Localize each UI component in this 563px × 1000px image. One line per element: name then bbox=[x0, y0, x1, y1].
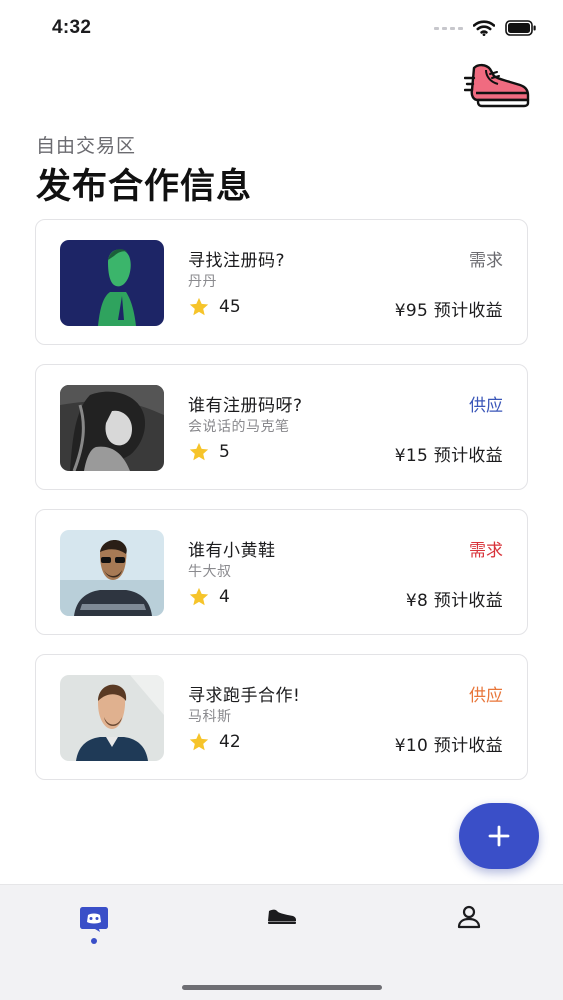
card-title: 谁有注册码呀? bbox=[188, 396, 303, 416]
status-badge: 供应 bbox=[469, 686, 503, 706]
page-subtitle: 自由交易区 bbox=[36, 135, 137, 157]
sneaker-icon bbox=[268, 909, 296, 924]
sneaker-logo-icon bbox=[463, 60, 530, 108]
tab-profile[interactable] bbox=[439, 905, 499, 949]
avatar bbox=[60, 675, 164, 761]
card-rating: 45 bbox=[188, 296, 241, 318]
estimated-earnings: ¥10 预计收益 bbox=[394, 736, 503, 756]
status-icons bbox=[434, 20, 537, 36]
status-badge: 需求 bbox=[469, 541, 503, 561]
star-icon bbox=[189, 442, 209, 461]
plus-icon bbox=[488, 825, 510, 847]
status-time: 4:32 bbox=[52, 17, 92, 38]
card-author: 会说话的马克笔 bbox=[188, 419, 290, 435]
avatar bbox=[60, 385, 164, 471]
posting-card[interactable]: 寻找注册码? 丹丹 45 需求 ¥95 预计收益 bbox=[35, 219, 528, 345]
page-title: 发布合作信息 bbox=[36, 167, 253, 207]
add-post-button[interactable] bbox=[459, 803, 539, 869]
estimated-earnings: ¥8 预计收益 bbox=[405, 591, 503, 611]
estimated-earnings: ¥95 预计收益 bbox=[394, 301, 503, 321]
status-bar: 4:32 bbox=[0, 0, 563, 56]
posting-list: 寻找注册码? 丹丹 45 需求 ¥95 预计收益 谁有注册码呀? 会说话的马克笔… bbox=[35, 219, 528, 799]
card-author: 丹丹 bbox=[188, 274, 217, 290]
card-rating: 4 bbox=[188, 586, 230, 608]
card-title: 谁有小黄鞋 bbox=[188, 541, 276, 561]
card-rating: 42 bbox=[188, 731, 241, 753]
posting-card[interactable]: 寻求跑手合作! 马科斯 42 供应 ¥10 预计收益 bbox=[35, 654, 528, 780]
rating-value: 4 bbox=[219, 587, 230, 607]
chat-icon bbox=[80, 907, 108, 932]
rating-value: 5 bbox=[219, 442, 230, 462]
star-icon bbox=[189, 297, 209, 316]
tab-sneakers[interactable] bbox=[252, 905, 312, 949]
star-icon bbox=[189, 732, 209, 751]
card-rating: 5 bbox=[188, 441, 230, 463]
card-author: 马科斯 bbox=[188, 709, 232, 725]
rating-value: 42 bbox=[219, 732, 241, 752]
profile-icon bbox=[457, 905, 481, 929]
avatar bbox=[60, 530, 164, 616]
posting-card[interactable]: 谁有小黄鞋 牛大叔 4 需求 ¥8 预计收益 bbox=[35, 509, 528, 635]
active-tab-indicator bbox=[91, 938, 97, 944]
avatar bbox=[60, 240, 164, 326]
status-badge: 需求 bbox=[469, 251, 503, 271]
battery-icon bbox=[505, 20, 536, 36]
home-indicator bbox=[182, 985, 382, 990]
rating-value: 45 bbox=[219, 297, 241, 317]
bottom-tab-bar bbox=[0, 884, 563, 1000]
estimated-earnings: ¥15 预计收益 bbox=[394, 446, 503, 466]
card-title: 寻求跑手合作! bbox=[188, 686, 301, 706]
posting-card[interactable]: 谁有注册码呀? 会说话的马克笔 5 供应 ¥15 预计收益 bbox=[35, 364, 528, 490]
card-title: 寻找注册码? bbox=[188, 251, 286, 271]
status-badge: 供应 bbox=[469, 396, 503, 416]
star-icon bbox=[189, 587, 209, 606]
wifi-icon bbox=[473, 20, 495, 36]
cellular-signal-icon bbox=[434, 26, 463, 30]
card-author: 牛大叔 bbox=[188, 564, 232, 580]
